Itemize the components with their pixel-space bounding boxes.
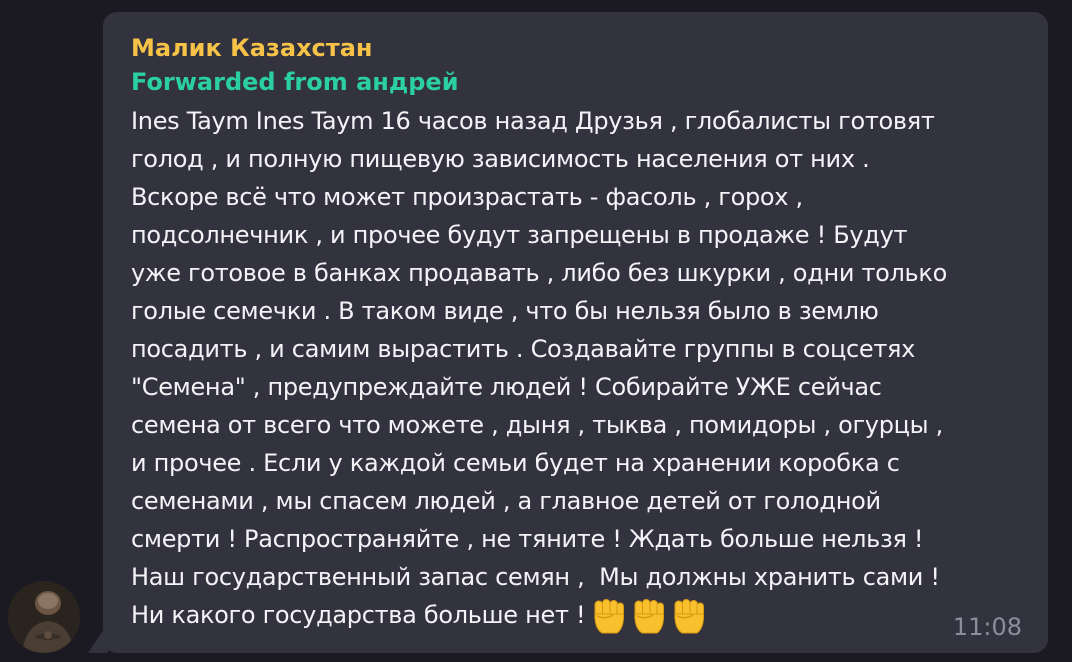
message-line: посадить , и самим вырастить . Создавайт…: [131, 335, 916, 363]
message-bubble[interactable]: Малик Казахстан Forwarded from андрей In…: [103, 12, 1048, 653]
forwarded-from-label[interactable]: Forwarded from андрей: [131, 66, 1022, 102]
raised-fist-icon: [634, 598, 665, 633]
message-time: 11:08: [952, 613, 1022, 641]
raised-fist-icon: [674, 598, 705, 633]
message-line: голые семечки . В таком виде , что бы не…: [131, 297, 879, 325]
message-line: подсолнечник , и прочее будут запрещены …: [131, 221, 908, 249]
raised-fist-icon: [594, 598, 625, 633]
message-line: "Семена" , предупреждайте людей ! Собира…: [131, 373, 882, 401]
avatar[interactable]: [8, 581, 80, 653]
message-line: Ines Taym Ines Taym 16 часов назад Друзь…: [131, 107, 935, 135]
sender-name[interactable]: Малик Казахстан: [131, 32, 1022, 66]
message-line: семена от всего что можете , дыня , тыкв…: [131, 411, 943, 439]
message-line: смерти ! Распространяйте , не тяните ! Ж…: [131, 525, 924, 553]
chat-view: Малик Казахстан Forwarded from андрей In…: [0, 0, 1072, 662]
message-text: Ines Taym Ines Taym 16 часов назад Друзь…: [131, 102, 1031, 636]
message-line: и прочее . Если у каждой семьи будет на …: [131, 449, 900, 477]
message-line: уже готовое в банках продавать , либо бе…: [131, 259, 947, 287]
message-line: Наш государственный запас семян , Мы дол…: [131, 563, 940, 591]
emoji-group: [591, 597, 711, 636]
message-line: Вскоре всё что может произрастать - фасо…: [131, 183, 803, 211]
message-line: семенами , мы спасем людей , а главное д…: [131, 487, 881, 515]
message-line: голод , и полную пищевую зависимость нас…: [131, 145, 870, 173]
avatar-photo: [8, 581, 80, 653]
message-line: Ни какого государства больше нет !: [131, 601, 586, 629]
